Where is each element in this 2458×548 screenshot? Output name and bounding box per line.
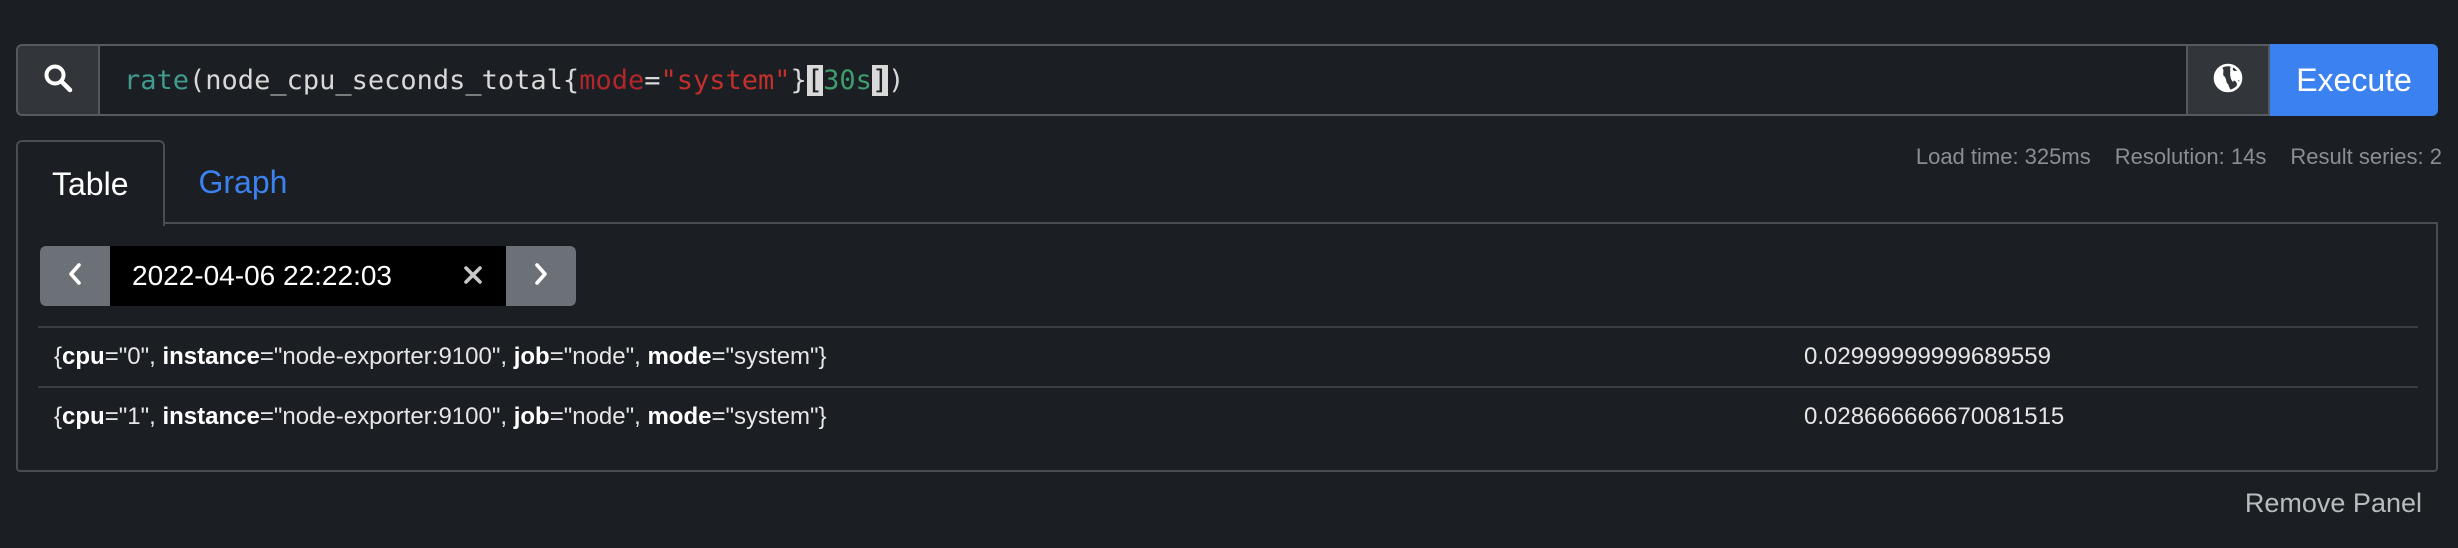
remove-panel-link[interactable]: Remove Panel [2245, 488, 2422, 519]
globe-icon [2212, 62, 2244, 99]
resolution: Resolution: 14s [2114, 144, 2267, 169]
query-bar: rate(node_cpu_seconds_total{mode = "system… [16, 44, 2438, 116]
query-paren-open: ( [189, 64, 206, 96]
evaluation-time-input[interactable]: 2022-04-06 22:22:03 [110, 246, 506, 306]
label-key: job [513, 343, 550, 370]
search-button[interactable] [16, 44, 98, 116]
query-label-value: "system" [660, 64, 791, 96]
query-stats: Load time: 325ms Resolution: 14s Result … [1916, 144, 2442, 170]
label-value: ="1", [104, 403, 163, 430]
panel-tabs: Table Graph [16, 140, 322, 226]
result-series: Result series: 2 [2290, 144, 2442, 169]
chevron-left-icon [65, 260, 85, 293]
label-value: ="system"} [711, 403, 827, 430]
label-key: cpu [62, 343, 105, 370]
query-function: rate [124, 64, 190, 96]
label-value: ="system"} [711, 343, 827, 370]
tab-graph[interactable]: Graph [165, 140, 322, 224]
query-bracket-open: [ [806, 64, 824, 96]
query-bracket-close: ] [871, 64, 889, 96]
query-paren-close: ) [888, 64, 905, 96]
table-row: {cpu="0", instance="node-exporter:9100",… [38, 326, 2418, 386]
load-time: Load time: 325ms [1915, 144, 2091, 169]
query-brace-close: } [790, 64, 807, 96]
series-labels: {cpu="0", instance="node-exporter:9100",… [54, 343, 827, 370]
sample-value: 0.02999999999689559 [1804, 343, 2051, 370]
query-metric: node_cpu_seconds_total [205, 64, 563, 96]
query-equals: = [644, 64, 661, 96]
tab-table[interactable]: Table [16, 140, 165, 226]
label-key: instance [162, 343, 260, 370]
query-input[interactable]: rate(node_cpu_seconds_total{mode = "system… [98, 44, 2188, 116]
search-icon [43, 63, 73, 98]
results-table: {cpu="0", instance="node-exporter:9100",… [38, 326, 2418, 446]
chevron-right-icon [531, 260, 551, 293]
sample-value: 0.028666666670081515 [1804, 403, 2065, 430]
series-labels: {cpu="1", instance="node-exporter:9100",… [54, 403, 827, 430]
label-value: ="node", [549, 403, 648, 430]
label-value: ="0", [104, 343, 163, 370]
close-icon[interactable] [458, 260, 488, 290]
label-key: mode [647, 343, 712, 370]
label-key: job [513, 403, 550, 430]
query-brace-open: { [562, 64, 580, 96]
label-value: ="node-exporter:9100", [259, 343, 514, 370]
evaluation-time-value: 2022-04-06 22:22:03 [132, 260, 392, 291]
table-row: {cpu="1", instance="node-exporter:9100",… [38, 386, 2418, 446]
table-panel: 2022-04-06 22:22:03 {cpu="0", instance="… [16, 222, 2438, 472]
metrics-explorer-button[interactable] [2188, 44, 2270, 116]
next-time-button[interactable] [506, 246, 576, 306]
label-value: ="node-exporter:9100", [259, 403, 514, 430]
evaluation-time-picker: 2022-04-06 22:22:03 [40, 246, 576, 306]
query-range: 30s [823, 64, 872, 96]
label-key: mode [647, 403, 712, 430]
execute-button[interactable]: Execute [2270, 44, 2438, 116]
label-value: ="node", [549, 343, 648, 370]
label-key: cpu [62, 403, 105, 430]
previous-time-button[interactable] [40, 246, 110, 306]
query-label-name: mode [579, 64, 645, 96]
label-key: instance [162, 403, 260, 430]
